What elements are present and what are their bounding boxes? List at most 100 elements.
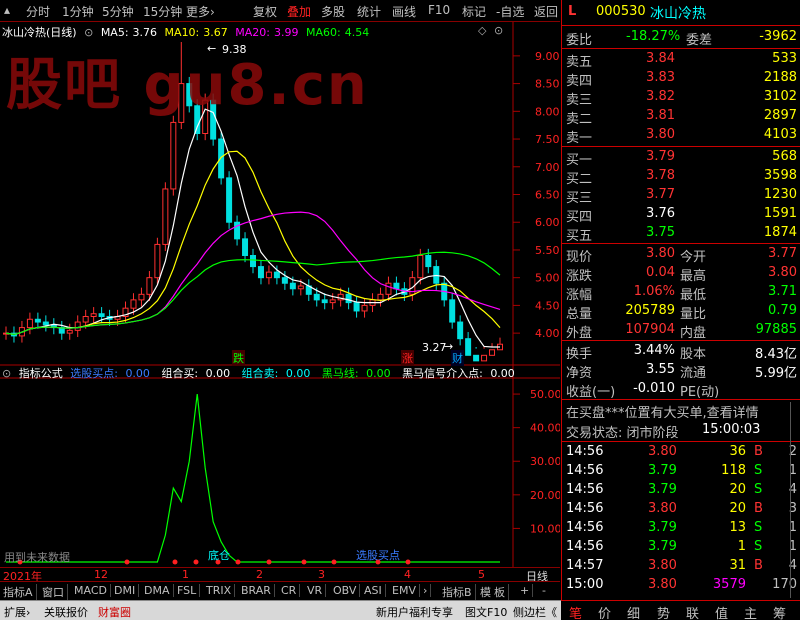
tick-row[interactable]: 14:56 3.79 13 S 1: [562, 519, 800, 537]
legend-buy-point-label: 选股买点:: [70, 367, 118, 380]
bid-label: 买二: [566, 172, 593, 187]
toolbar-fuquan-button[interactable]: 复权: [253, 3, 277, 20]
tab-related[interactable]: 联: [686, 603, 699, 620]
expand-button[interactable]: 扩展›: [4, 604, 30, 620]
tab-detail[interactable]: 细: [627, 603, 640, 620]
candle-body: [242, 238, 249, 256]
price-tick-label: 8.50: [535, 78, 560, 91]
tick-side: S: [754, 463, 763, 478]
tick-row[interactable]: 15:00 3.80 3579 170: [562, 576, 800, 594]
tab-template-1[interactable]: 模: [480, 584, 494, 600]
legend-dark-horse-entry: 黑马信号介入点: 0.00: [402, 367, 519, 380]
bid-row[interactable]: 买二 3.78 3598: [562, 167, 800, 187]
tick-row[interactable]: 14:56 3.80 36 B 2: [562, 443, 800, 461]
new-user-benefit-link[interactable]: 新用户福利专享: [376, 604, 453, 620]
tab-indicator-b[interactable]: 指标B: [442, 584, 476, 600]
arrow-up-small-icon[interactable]: ▴: [4, 3, 10, 17]
stock-name[interactable]: 冰山冷热: [650, 3, 706, 23]
tab-fsl[interactable]: FSL: [177, 584, 201, 597]
toolbar-back-button[interactable]: 返回: [534, 3, 558, 20]
toolbar-tab-15min[interactable]: 15分钟: [143, 3, 182, 20]
tick-list-scrollbar[interactable]: [790, 402, 800, 598]
ask-row[interactable]: 卖五 3.84 533: [562, 50, 800, 70]
collapse-indicator-icon[interactable]: ⊙: [2, 367, 11, 380]
tab-template-2[interactable]: 板: [494, 584, 509, 600]
tick-row[interactable]: 14:56 3.79 1 S 1: [562, 538, 800, 556]
tick-row[interactable]: 14:56 3.80 20 B 3: [562, 500, 800, 518]
tab-obv[interactable]: OBV: [333, 584, 361, 597]
bid-row[interactable]: 买四 3.76 1591: [562, 205, 800, 225]
tab-value[interactable]: 值: [715, 603, 728, 620]
tick-price: 3.79: [648, 539, 677, 554]
stock-code[interactable]: 000530: [596, 4, 646, 19]
bid-row[interactable]: 买一 3.79 568: [562, 148, 800, 168]
divider: [562, 340, 800, 341]
ask-row[interactable]: 卖二 3.81 2897: [562, 107, 800, 127]
bid-row[interactable]: 买五 3.75 1874: [562, 224, 800, 244]
candle-body: [457, 321, 464, 340]
toolbar-tab-intraday[interactable]: 分时: [26, 3, 50, 20]
toolbar-multistock-button[interactable]: 多股: [321, 3, 345, 20]
tab-dma[interactable]: DMA: [144, 584, 174, 597]
f10-graphic-button[interactable]: 图文F10: [465, 604, 507, 620]
ask-price: 3.80: [646, 127, 675, 142]
toolbar-more-button[interactable]: 更多›: [186, 3, 215, 20]
toolbar-tab-5min[interactable]: 5分钟: [102, 3, 134, 20]
tab-macd[interactable]: MACD: [74, 584, 111, 597]
tab-brar[interactable]: BRAR: [241, 584, 275, 597]
candle-body: [26, 318, 33, 329]
tick-time: 14:56: [566, 482, 604, 497]
collapse-icon[interactable]: ⊙: [84, 26, 93, 39]
toolbar-overlay-button[interactable]: 叠加: [287, 3, 311, 20]
tick-row[interactable]: 14:56 3.79 118 S 1: [562, 462, 800, 480]
related-quotes-button[interactable]: 关联报价: [44, 604, 88, 620]
tab-trend[interactable]: 势: [657, 603, 670, 620]
sidebar-toggle-button[interactable]: 侧边栏《: [513, 604, 557, 620]
tick-row[interactable]: 14:56 3.79 20 S 4: [562, 481, 800, 499]
tab-asi[interactable]: ASI: [364, 584, 386, 597]
settings-circle-icon[interactable]: ⊙: [494, 24, 503, 37]
date-axis: 2021年 12 1 2 3 4 5 日线: [0, 567, 560, 583]
bid-row[interactable]: 买三 3.77 1230: [562, 186, 800, 206]
diamond-icon[interactable]: ◇: [478, 24, 486, 37]
price-tick-label: 5.00: [535, 272, 560, 285]
indicator-title[interactable]: 指标公式: [19, 367, 63, 380]
tick-row[interactable]: 14:57 3.80 31 B 4: [562, 557, 800, 575]
ask-row[interactable]: 卖一 3.80 4103: [562, 126, 800, 146]
tab-vr[interactable]: VR: [307, 584, 327, 597]
candle-body: [417, 255, 424, 279]
tab-emv[interactable]: EMV: [392, 584, 420, 597]
tick-volume: 20: [729, 501, 746, 516]
wealth-circle-button[interactable]: 财富圈: [98, 604, 131, 620]
toolbar-f10-button[interactable]: F10: [428, 3, 450, 17]
kline-chart-area[interactable]: 9.00 8.50 8.00 7.50 7.00 6.50 6.00 5.50 5.00 4.50…: [0, 22, 562, 567]
tab-trix[interactable]: TRIX: [206, 584, 236, 597]
event-marker-up[interactable]: 涨: [401, 350, 414, 366]
tab-dmi[interactable]: DMI: [114, 584, 140, 597]
tab-indicator-a[interactable]: 指标A: [3, 584, 37, 600]
stat-row: 涨跌 0.04 最高 3.80: [562, 264, 800, 284]
tab-cr[interactable]: CR: [281, 584, 301, 597]
toolbar-draw-button[interactable]: 画线: [392, 3, 416, 20]
tick-volume: 13: [729, 520, 746, 535]
tabs-scroll-right-icon[interactable]: ›: [423, 584, 432, 597]
tab-ticks[interactable]: 笔: [569, 603, 582, 620]
trading-status-text: 交易状态: 闭市阶段: [566, 426, 679, 441]
stat-label: 量比: [680, 307, 707, 322]
toolbar-tab-1min[interactable]: 1分钟: [62, 3, 94, 20]
event-marker-down[interactable]: 跌: [232, 350, 245, 366]
date-label-1: 1: [182, 568, 189, 581]
event-marker-finance[interactable]: 财: [451, 350, 464, 366]
tab-price[interactable]: 价: [598, 603, 611, 620]
ask-row[interactable]: 卖三 3.82 3102: [562, 88, 800, 108]
toolbar-watchlist-button[interactable]: -自选: [496, 3, 524, 20]
big-order-notice[interactable]: 在买盘***位置有大买单,查看详情: [562, 401, 800, 421]
tab-add-button[interactable]: +: [520, 584, 534, 597]
ask-row[interactable]: 卖四 3.83 2188: [562, 69, 800, 89]
tab-remove-button[interactable]: -: [542, 584, 549, 597]
tab-window[interactable]: 窗口: [42, 584, 68, 600]
tab-main[interactable]: 主: [744, 603, 757, 620]
toolbar-stats-button[interactable]: 统计: [357, 3, 381, 20]
tab-chips[interactable]: 筹: [773, 603, 786, 620]
toolbar-mark-button[interactable]: 标记: [462, 3, 486, 20]
